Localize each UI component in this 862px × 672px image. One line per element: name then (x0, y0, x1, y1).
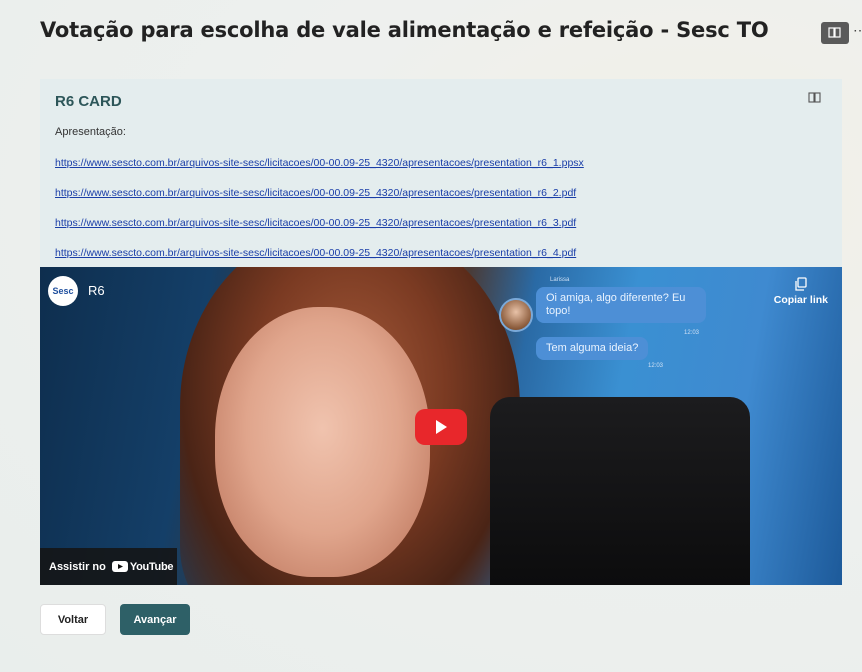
chat-time-1: 12:03 (684, 330, 700, 336)
chat-sender: Larissa (550, 277, 570, 283)
presentation-link-1[interactable]: https://www.sescto.com.br/arquivos-site-… (55, 157, 584, 169)
chat-bubble-1: Oi amiga, algo diferente? Eu topo! (536, 287, 706, 323)
section-label: Apresentação: (55, 126, 126, 138)
more-options-icon[interactable]: ⋯ (853, 22, 862, 39)
video-player[interactable]: Sesc R6 Copiar link Larissa Oi amiga, al… (40, 267, 842, 585)
presentation-link-2[interactable]: https://www.sescto.com.br/arquivos-site-… (55, 187, 576, 199)
form-title: Votação para escolha de vale alimentação… (40, 18, 769, 42)
presentation-link-4[interactable]: https://www.sescto.com.br/arquivos-site-… (55, 247, 576, 259)
video-title[interactable]: R6 (88, 283, 105, 298)
card-title: R6 CARD (55, 93, 122, 110)
video-frame-face (215, 307, 430, 577)
back-button[interactable]: Voltar (40, 604, 106, 635)
question-card: R6 CARD Apresentação: https://www.sescto… (40, 79, 842, 267)
chat-avatar (499, 298, 533, 332)
reader-icon (828, 27, 841, 38)
watch-on-youtube-button[interactable]: Assistir no YouTube (40, 548, 177, 585)
immersive-reader-button[interactable] (821, 22, 849, 44)
reader-icon[interactable] (808, 91, 822, 109)
chat-bubble-2: Tem alguma ideia? (536, 337, 649, 360)
watch-on-label: Assistir no (49, 560, 106, 573)
youtube-logo: YouTube (111, 560, 174, 573)
youtube-wordmark: YouTube (129, 560, 174, 573)
presentation-link-3[interactable]: https://www.sescto.com.br/arquivos-site-… (55, 217, 576, 229)
copy-link-label: Copiar link (773, 294, 828, 306)
chat-time-2: 12:03 (648, 363, 664, 369)
next-button[interactable]: Avançar (120, 604, 190, 635)
play-button[interactable] (415, 409, 467, 445)
copy-link-button[interactable]: Copiar link (774, 277, 828, 306)
youtube-icon (111, 561, 128, 572)
play-icon (436, 420, 447, 434)
copy-icon (795, 277, 807, 291)
video-frame-chair (490, 397, 750, 585)
channel-logo[interactable]: Sesc (48, 276, 78, 306)
